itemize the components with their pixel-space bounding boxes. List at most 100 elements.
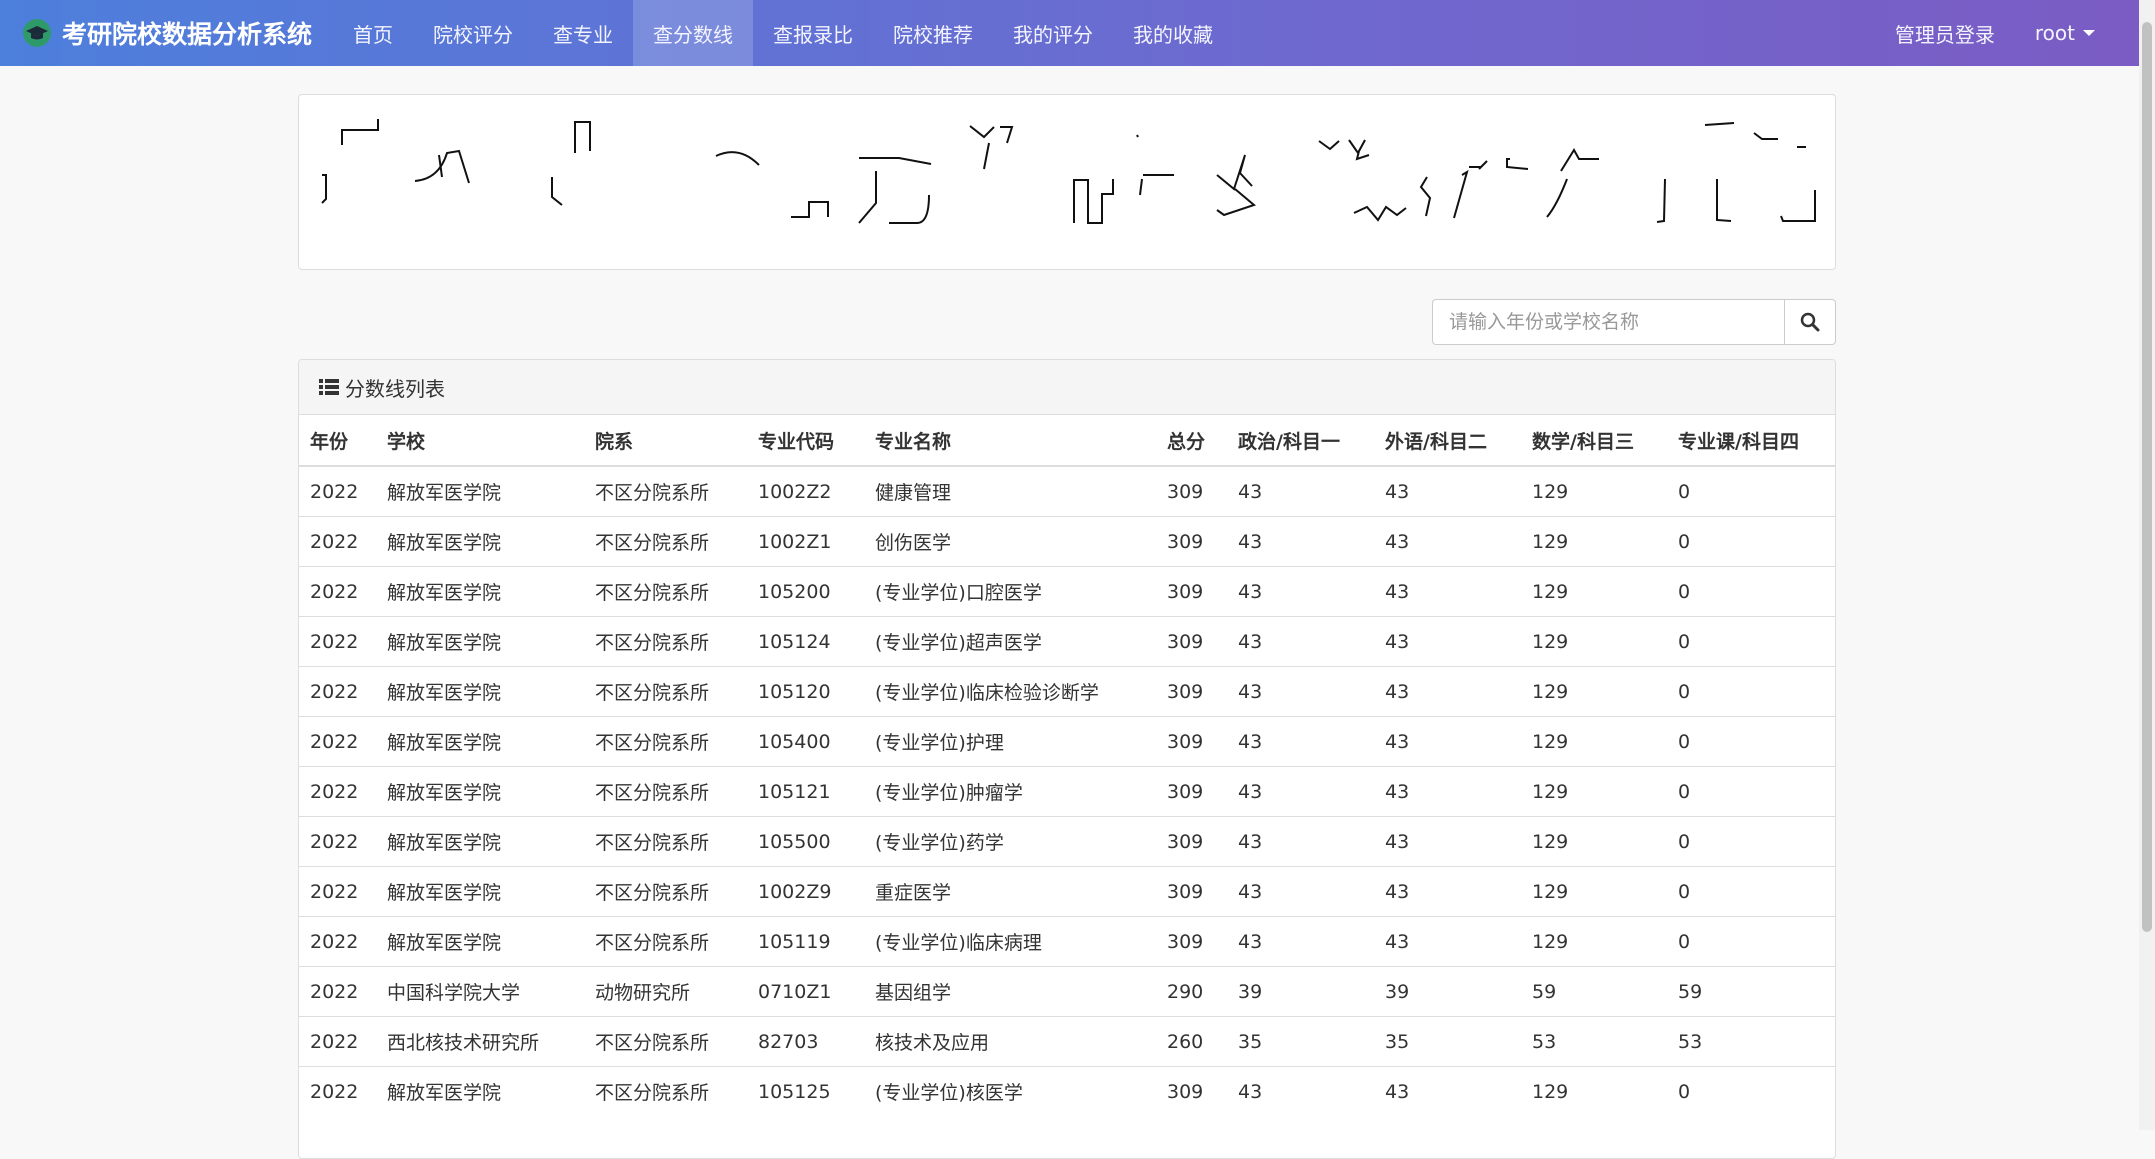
search-icon [1800, 312, 1820, 332]
cell-subject4: 0 [1667, 716, 1835, 767]
table-row[interactable]: 2022 解放军医学院 不区分院系所 105125 (专业学位)核医学 309 43 43 12… [299, 1066, 1835, 1116]
cell-school: 解放军医学院 [376, 816, 584, 867]
cell-department: 不区分院系所 [584, 666, 747, 717]
cell-subject3: 129 [1521, 766, 1667, 817]
cell-department: 动物研究所 [584, 966, 747, 1017]
cell-year: 2022 [299, 866, 376, 917]
cell-year: 2022 [299, 966, 376, 1017]
cell-major-code: 1002Z2 [747, 465, 864, 517]
col-header-subject4[interactable]: 专业课/科目四 [1667, 415, 1835, 467]
cell-subject1: 43 [1227, 1066, 1374, 1116]
cell-department: 不区分院系所 [584, 816, 747, 867]
nav-my-favorites[interactable]: 我的收藏 [1113, 0, 1233, 66]
score-line-panel: 分数线列表 年份 学校 院系 专业代码 专业名称 总分 政治/科目一 外语/科目… [298, 359, 1836, 1159]
cell-subject4: 0 [1667, 916, 1835, 967]
cell-subject3: 129 [1521, 566, 1667, 617]
nav-search-major[interactable]: 查专业 [533, 0, 633, 66]
cell-major-code: 105120 [747, 666, 864, 717]
cell-subject3: 129 [1521, 716, 1667, 767]
cell-subject4: 0 [1667, 566, 1835, 617]
scrollbar-thumb[interactable] [2142, 22, 2152, 932]
cell-subject2: 43 [1374, 465, 1521, 517]
cell-subject2: 43 [1374, 916, 1521, 967]
cell-major-code: 1002Z9 [747, 866, 864, 917]
table-row[interactable]: 2022 解放军医学院 不区分院系所 105124 (专业学位)超声医学 309 43 43 1… [299, 616, 1835, 667]
table-row[interactable]: 2022 解放军医学院 不区分院系所 105500 (专业学位)药学 309 43 43 129… [299, 816, 1835, 867]
cell-subject2: 35 [1374, 1016, 1521, 1067]
cell-subject4: 0 [1667, 866, 1835, 917]
nav-my-rating[interactable]: 我的评分 [993, 0, 1113, 66]
cell-subject2: 43 [1374, 1066, 1521, 1116]
cell-total: 309 [1156, 566, 1227, 617]
table-row[interactable]: 2022 解放军医学院 不区分院系所 105121 (专业学位)肿瘤学 309 43 43 12… [299, 766, 1835, 817]
cell-school: 解放军医学院 [376, 465, 584, 517]
brand-title: 考研院校数据分析系统 [62, 20, 313, 49]
cell-subject3: 59 [1521, 966, 1667, 1017]
cell-school: 解放军医学院 [376, 666, 584, 717]
cell-total: 309 [1156, 916, 1227, 967]
table-row[interactable]: 2022 解放军医学院 不区分院系所 105200 (专业学位)口腔医学 309 43 43 1… [299, 566, 1835, 617]
panel-title: 分数线列表 [345, 376, 445, 401]
cell-total: 260 [1156, 1016, 1227, 1067]
cell-year: 2022 [299, 465, 376, 517]
col-header-total[interactable]: 总分 [1156, 415, 1227, 467]
col-header-department[interactable]: 院系 [584, 415, 747, 467]
table-row[interactable]: 2022 解放军医学院 不区分院系所 1002Z9 重症医学 309 43 43 129 0 [299, 866, 1835, 917]
col-header-major-code[interactable]: 专业代码 [747, 415, 864, 467]
col-header-subject1[interactable]: 政治/科目一 [1227, 415, 1374, 467]
cell-major-code: 105121 [747, 766, 864, 817]
search-input[interactable] [1432, 299, 1784, 345]
cell-major-name: (专业学位)核医学 [864, 1066, 1156, 1116]
page-scrollbar[interactable] [2139, 0, 2155, 1130]
cell-subject1: 39 [1227, 966, 1374, 1017]
cell-total: 309 [1156, 516, 1227, 567]
cell-major-code: 82703 [747, 1016, 864, 1067]
cell-total: 290 [1156, 966, 1227, 1017]
cell-major-code: 105119 [747, 916, 864, 967]
nav-school-rating[interactable]: 院校评分 [413, 0, 533, 66]
nav-home[interactable]: 首页 [333, 0, 413, 66]
cell-subject4: 0 [1667, 1066, 1835, 1116]
cell-subject4: 0 [1667, 816, 1835, 867]
cell-department: 不区分院系所 [584, 716, 747, 767]
col-header-subject2[interactable]: 外语/科目二 [1374, 415, 1521, 467]
cell-subject1: 43 [1227, 516, 1374, 567]
nav-admission-ratio[interactable]: 查报录比 [753, 0, 873, 66]
table-row[interactable]: 2022 解放军医学院 不区分院系所 1002Z2 健康管理 309 43 43 129 0 [299, 465, 1835, 517]
cell-subject3: 129 [1521, 516, 1667, 567]
table-row[interactable]: 2022 中国科学院大学 动物研究所 0710Z1 基因组学 290 39 39 59 59 [299, 966, 1835, 1017]
col-header-major-name[interactable]: 专业名称 [864, 415, 1156, 467]
list-icon [319, 379, 339, 395]
nav-score-line[interactable]: 查分数线 [633, 0, 753, 66]
cell-school: 解放军医学院 [376, 1066, 584, 1116]
table-row[interactable]: 2022 解放军医学院 不区分院系所 1002Z1 创伤医学 309 43 43 129 0 [299, 516, 1835, 567]
col-header-year[interactable]: 年份 [299, 415, 376, 467]
col-header-subject3[interactable]: 数学/科目三 [1521, 415, 1667, 467]
admin-login-link[interactable]: 管理员登录 [1875, 0, 2015, 66]
cell-department: 不区分院系所 [584, 465, 747, 517]
search-button[interactable] [1784, 299, 1836, 345]
cell-total: 309 [1156, 716, 1227, 767]
brand[interactable]: 考研院校数据分析系统 [22, 0, 312, 66]
cell-total: 309 [1156, 866, 1227, 917]
cell-major-name: (专业学位)超声医学 [864, 616, 1156, 667]
col-header-school[interactable]: 学校 [376, 415, 584, 467]
table-row[interactable]: 2022 解放军医学院 不区分院系所 105119 (专业学位)临床病理 309 43 43 1… [299, 916, 1835, 967]
cell-subject4: 59 [1667, 966, 1835, 1017]
nav-school-recommend[interactable]: 院校推荐 [873, 0, 993, 66]
table-row[interactable]: 2022 解放军医学院 不区分院系所 105120 (专业学位)临床检验诊断学 309 43… [299, 666, 1835, 717]
cell-year: 2022 [299, 666, 376, 717]
cell-subject3: 129 [1521, 465, 1667, 517]
cell-year: 2022 [299, 766, 376, 817]
table-row[interactable]: 2022 解放军医学院 不区分院系所 105400 (专业学位)护理 309 43 43 129… [299, 716, 1835, 767]
cell-department: 不区分院系所 [584, 616, 747, 667]
cell-subject1: 43 [1227, 866, 1374, 917]
cell-school: 解放军医学院 [376, 766, 584, 817]
cell-subject1: 43 [1227, 616, 1374, 667]
cell-total: 309 [1156, 465, 1227, 517]
top-navbar: 考研院校数据分析系统 首页 院校评分 查专业 查分数线 查报录比 院校推荐 我的… [0, 0, 2139, 66]
cell-subject3: 129 [1521, 916, 1667, 967]
cell-major-name: 核技术及应用 [864, 1016, 1156, 1067]
user-menu[interactable]: root [2015, 0, 2115, 66]
table-row[interactable]: 2022 西北核技术研究所 不区分院系所 82703 核技术及应用 260 35 35 53 53 [299, 1016, 1835, 1067]
